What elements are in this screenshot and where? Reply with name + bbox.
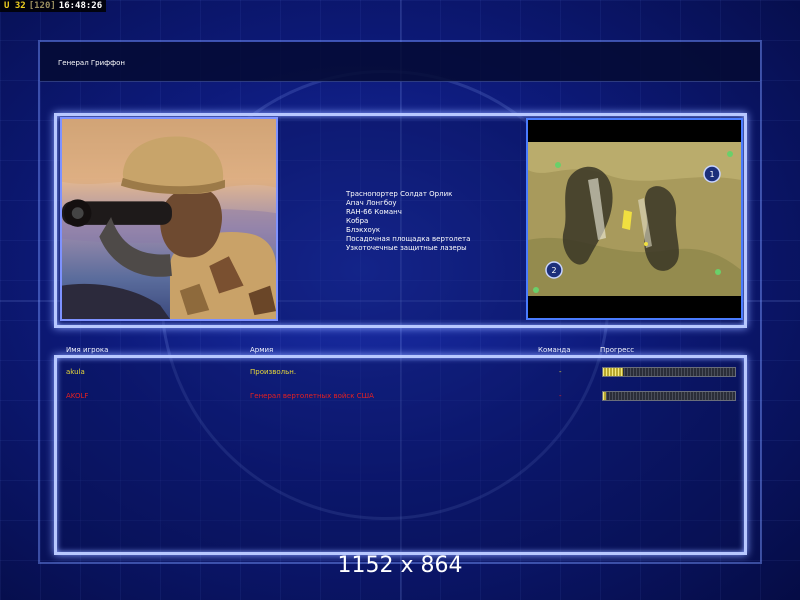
player-name: akula [66, 368, 85, 376]
unit-item: Посадочная площадка вертолета [346, 235, 471, 243]
header-bar [40, 42, 760, 82]
resolution-watermark: 1152 x 864 [337, 553, 463, 578]
progress-fill [603, 368, 623, 376]
general-portrait [60, 117, 278, 321]
general-units-list: Траснопортер Солдат Орлик Апач Лонгбоу R… [346, 190, 470, 253]
unit-item: Узкоточечные защитные лазеры [346, 244, 467, 252]
col-header-army: Армия [250, 346, 274, 354]
start-position-1: 1 [709, 170, 714, 179]
col-header-team: Команда [538, 346, 571, 354]
map-preview: 1 2 [526, 118, 743, 320]
start-position-2: 2 [551, 266, 556, 275]
player-name: AKOLF [66, 392, 89, 400]
unit-item: Траснопортер Солдат Орлик [346, 190, 453, 198]
hud-unit: U 32 [4, 1, 26, 11]
col-header-progress: Прогресс [600, 346, 635, 354]
unit-item: RAH-66 Команч [346, 208, 402, 216]
player-team: - [559, 392, 562, 400]
loading-progress-bar [602, 367, 736, 377]
hud-count: [120] [28, 1, 56, 11]
player-row: AKOLF Генерал вертолетных войск США - [66, 390, 738, 402]
player-army: Произвольн. [250, 368, 297, 376]
loading-progress-bar [602, 391, 736, 401]
unit-item: Блэкхоук [346, 226, 381, 234]
player-team: - [559, 368, 562, 376]
hud-time: 16:48:26 [58, 1, 103, 11]
unit-item: Апач Лонгбоу [346, 199, 397, 207]
progress-fill [603, 392, 606, 400]
player-army: Генерал вертолетных войск США [250, 392, 374, 400]
fps-overlay: U 32 [120] 16:48:26 [0, 0, 107, 12]
col-header-player: Имя игрока [66, 346, 109, 354]
player-row: akula Произвольн. - [66, 366, 738, 378]
players-panel [54, 355, 747, 555]
general-title: Генерал Гриффон [58, 59, 125, 67]
unit-item: Кобра [346, 217, 369, 225]
